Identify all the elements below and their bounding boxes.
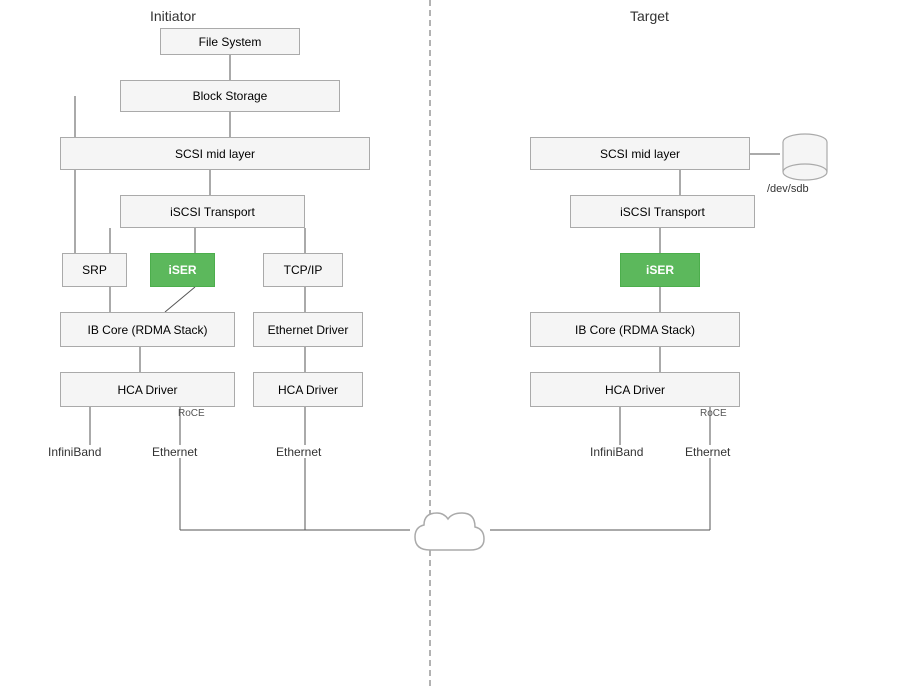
iscsi-transport-left-box: iSCSI Transport [120, 195, 305, 228]
dev-sdb-label: /dev/sdb [767, 183, 809, 195]
cloud-icon [410, 505, 490, 560]
ethernet-driver-box: Ethernet Driver [253, 312, 363, 347]
roce-label-right: RoCE [700, 408, 727, 419]
roce-label-left: RoCE [178, 408, 205, 419]
file-system-box: File System [160, 28, 300, 55]
diagram: Initiator Target File System Block Stora… [0, 0, 900, 688]
ib-core-left-box: IB Core (RDMA Stack) [60, 312, 235, 347]
ethernet-right-label: Ethernet [276, 445, 321, 459]
ib-core-right-box: IB Core (RDMA Stack) [530, 312, 740, 347]
scsi-mid-layer-right-box: SCSI mid layer [530, 137, 750, 170]
infiniband-left-label: InfiniBand [48, 445, 101, 459]
hca-driver-left-box: HCA Driver [60, 372, 235, 407]
block-storage-box: Block Storage [120, 80, 340, 112]
initiator-label: Initiator [150, 8, 196, 24]
scsi-mid-layer-left-box: SCSI mid layer [60, 137, 370, 170]
iser-right-box: iSER [620, 253, 700, 287]
infiniband-right-label: InfiniBand [590, 445, 643, 459]
ethernet-target-label: Ethernet [685, 445, 730, 459]
srp-box: SRP [62, 253, 127, 287]
hca-driver-eth-box: HCA Driver [253, 372, 363, 407]
tcpip-box: TCP/IP [263, 253, 343, 287]
dev-sdb-icon [778, 130, 833, 180]
ethernet-mid-label: Ethernet [152, 445, 197, 459]
iser-left-box: iSER [150, 253, 215, 287]
iscsi-transport-right-box: iSCSI Transport [570, 195, 755, 228]
hca-driver-right-box: HCA Driver [530, 372, 740, 407]
target-label: Target [630, 8, 669, 24]
